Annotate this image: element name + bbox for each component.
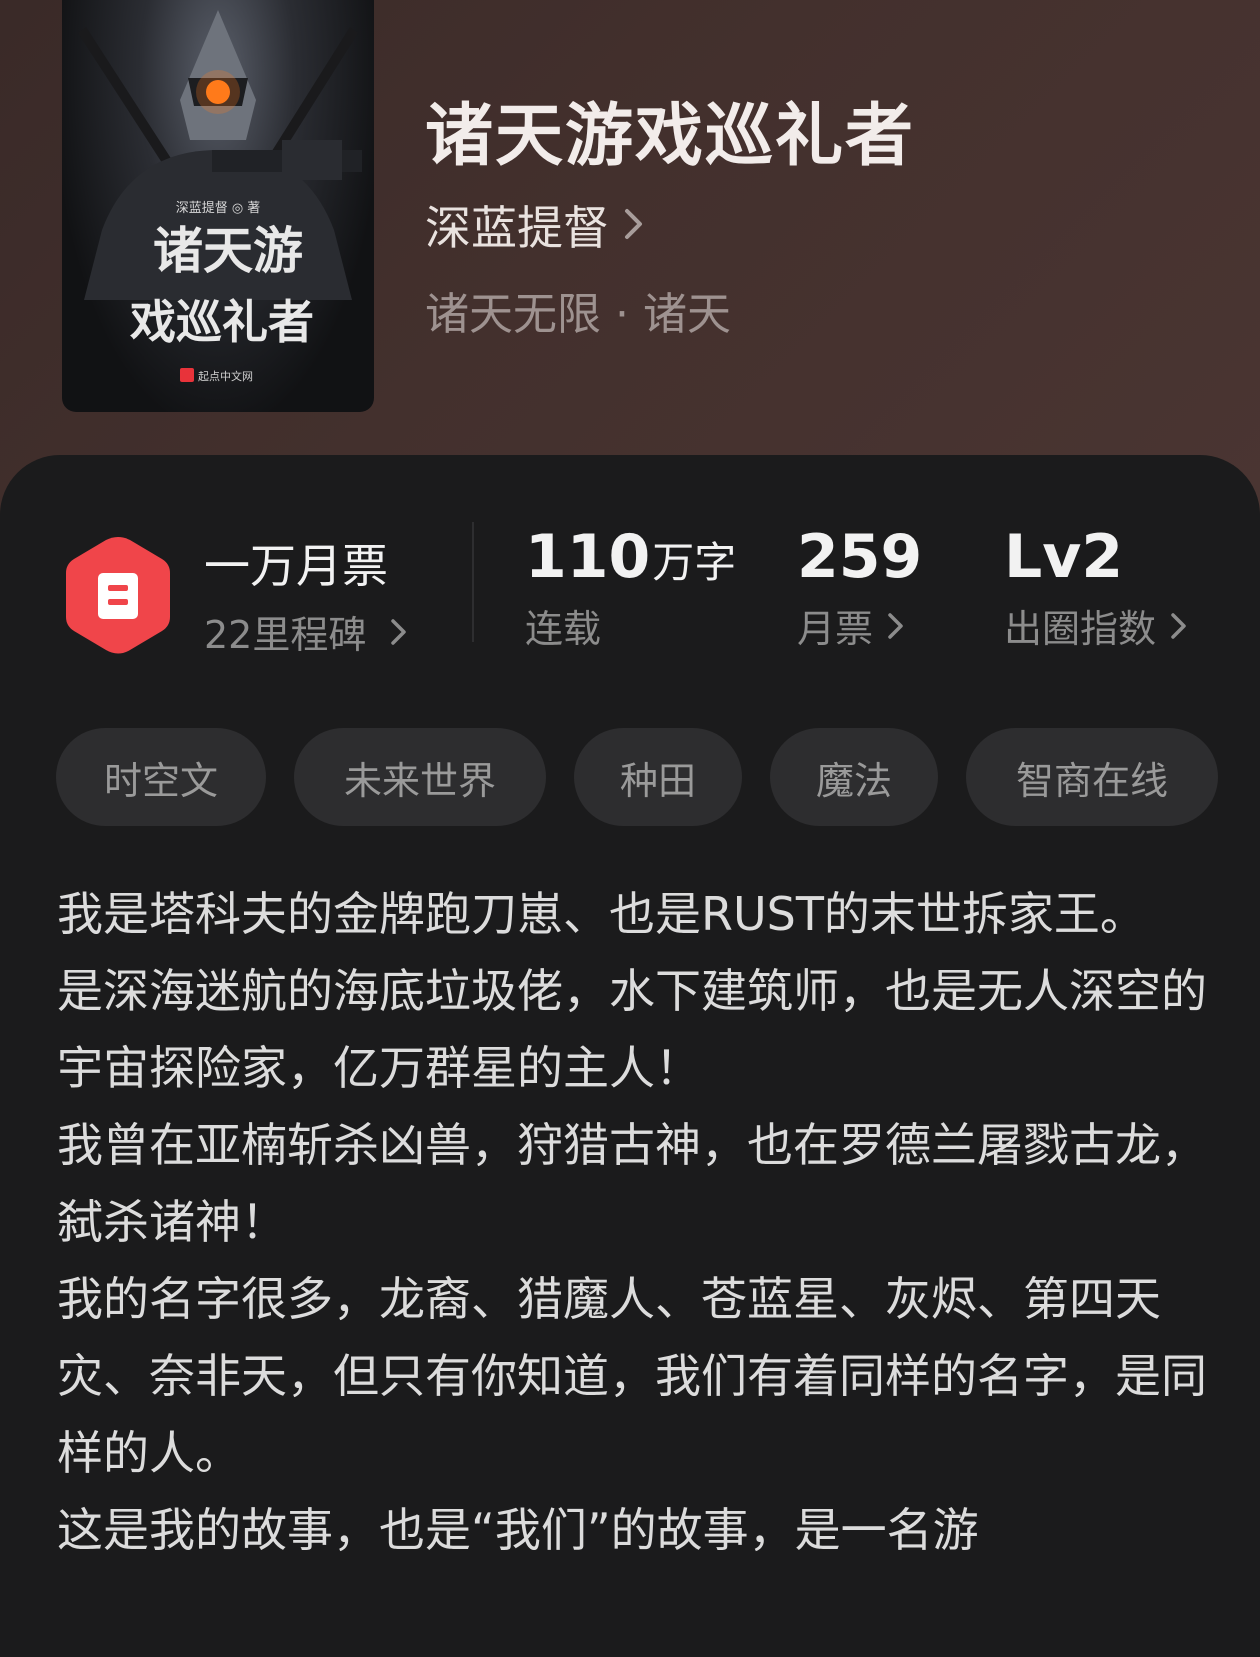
monthly-ticket-number: 259 [797, 522, 923, 592]
description-paragraph: 我曾在亚楠斩杀凶兽，狩猎古神，也在罗德兰屠戮古龙，弑杀诸神！ [57, 1118, 1207, 1249]
tag-chip[interactable]: 魔法 [770, 728, 938, 826]
publisher-logo-icon [180, 368, 194, 382]
word-count-stat: 110 万字 连载 [525, 522, 736, 653]
cover-author-line: 深蓝提督 ◎ 著 [176, 200, 261, 216]
monthly-ticket-label: 月票 [797, 607, 874, 651]
word-count-unit: 万字 [652, 538, 737, 587]
author-name: 深蓝提督 [425, 201, 609, 255]
popularity-index-stat[interactable]: Lv2 出圈指数 [1004, 522, 1188, 653]
popularity-label: 出圈指数 [1004, 607, 1157, 651]
book-detail-page: 深蓝提督 ◎ 著 诸天游 戏巡礼者 起点中文网 诸天游戏巡礼者 深蓝提督 诸天无… [0, 0, 1260, 1657]
word-count-number: 110 [525, 522, 651, 592]
tag-chip[interactable]: 未来世界 [294, 728, 546, 826]
cover-publisher: 起点中文网 [198, 369, 253, 383]
chevron-right-icon [390, 618, 408, 646]
monthly-ticket-stat[interactable]: 259 月票 [797, 522, 922, 653]
milestone-title: 一万月票 [204, 539, 388, 593]
popularity-level: Lv2 [1004, 522, 1124, 592]
ticket-hexagon-icon[interactable] [62, 533, 174, 657]
description-paragraph: 是深海迷航的海底垃圾佬，水下建筑师，也是无人深空的宇宙探险家，亿万群星的主人！ [57, 964, 1207, 1095]
book-cover[interactable]: 深蓝提督 ◎ 著 诸天游 戏巡礼者 起点中文网 [62, 0, 374, 412]
chevron-right-icon [623, 198, 645, 252]
tag-chip[interactable]: 种田 [574, 728, 742, 826]
milestone-sub-row: 22里程碑 [204, 604, 408, 659]
tag-list: 时空文 未来世界 种田 魔法 智商在线 [0, 728, 1260, 828]
chevron-right-icon [887, 612, 905, 640]
milestone-sub: 22里程碑 [204, 613, 367, 657]
author-link[interactable]: 深蓝提督 [425, 192, 645, 258]
cover-title-line1: 诸天游 [153, 221, 303, 280]
monthly-ticket-milestone[interactable]: 一万月票 22里程碑 [204, 530, 408, 659]
tag-chip[interactable]: 时空文 [56, 728, 266, 826]
description-paragraph: 这是我的故事，也是“我们”的故事，是一名游 [57, 1503, 979, 1557]
chevron-right-icon [1170, 612, 1188, 640]
description-paragraph: 我的名字很多，龙裔、猎魔人、苍蓝星、灰烬、第四天灾、奈非天，但只有你知道，我们有… [57, 1272, 1207, 1480]
serial-status: 连载 [525, 607, 602, 651]
book-title: 诸天游戏巡礼者 [425, 96, 916, 176]
tag-chip[interactable]: 智商在线 [966, 728, 1218, 826]
stats-divider [472, 522, 474, 642]
cover-title-line2: 戏巡礼者 [130, 295, 314, 349]
book-description[interactable]: 我是塔科夫的金牌跑刀崽、也是RUST的末世拆家王。 是深海迷航的海底垃圾佬，水下… [57, 876, 1207, 1569]
book-category[interactable]: 诸天无限 · 诸天 [425, 278, 731, 342]
cover-art: 深蓝提督 ◎ 著 诸天游 戏巡礼者 起点中文网 [77, 10, 362, 383]
description-paragraph: 我是塔科夫的金牌跑刀崽、也是RUST的末世拆家王。 [57, 887, 1146, 941]
